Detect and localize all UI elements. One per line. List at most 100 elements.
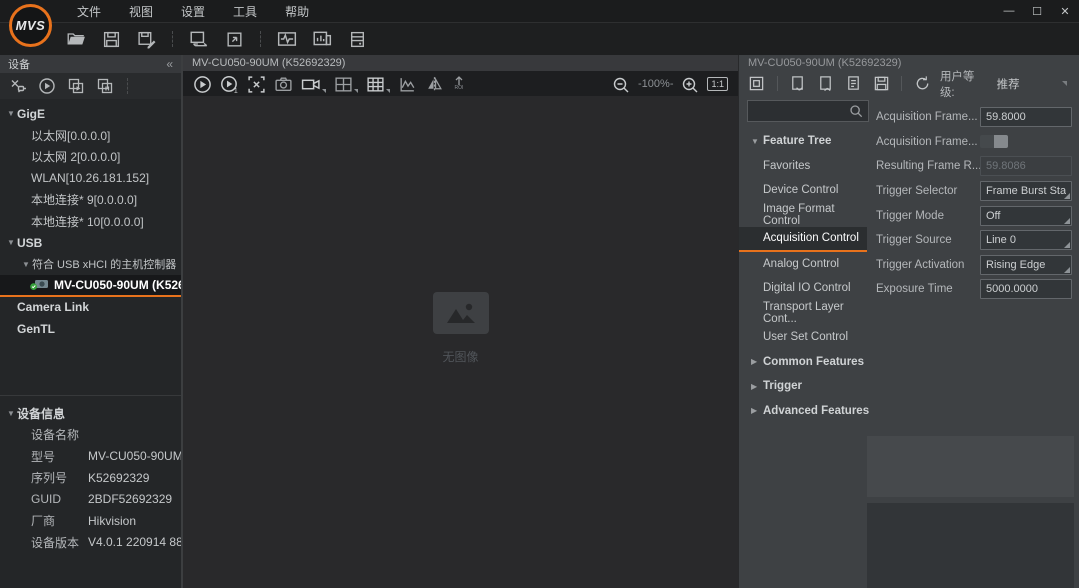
feature-item-analog-control[interactable]: Analog Control (739, 252, 871, 277)
disconnect-device-button[interactable] (8, 76, 28, 96)
tree-item-wlan[interactable]: WLAN[10.26.181.152] (0, 168, 181, 190)
feature-item-image-format-control[interactable]: Image Format Control (739, 203, 871, 228)
info-value: K52692329 (88, 471, 149, 485)
acquisition-frame-rate-input[interactable] (980, 107, 1072, 127)
user-level-control: 用户等级: 推荐 (940, 68, 1071, 100)
search-button[interactable] (844, 101, 868, 121)
feature-tree-root[interactable]: ▼Feature Tree (739, 129, 871, 154)
tree-item-gentl[interactable]: GenTL (0, 318, 181, 340)
window-restore-button[interactable] (222, 27, 246, 51)
toolbar-divider (777, 76, 778, 91)
user-level-select[interactable]: 推荐 (997, 76, 1054, 92)
info-value: Hikvision (88, 514, 136, 528)
feature-panel-body: ▼Feature Tree Favorites Device Control I… (739, 96, 1079, 588)
stop-all-acquisition-button[interactable] (95, 76, 115, 96)
menu-tools[interactable]: 工具 (220, 0, 270, 23)
menu-view[interactable]: 视图 (116, 0, 166, 23)
no-image-text: 无图像 (442, 348, 478, 365)
feature-label: Favorites (763, 160, 810, 172)
property-label: Resulting Frame R... (876, 160, 980, 172)
export-config-button[interactable] (816, 74, 836, 94)
waveform-tool-button[interactable] (275, 27, 299, 51)
firmware-tool-button[interactable] (345, 27, 369, 51)
start-preview-button[interactable] (193, 74, 212, 94)
actual-size-button[interactable]: 1:1 (707, 77, 728, 91)
feature-item-favorites[interactable]: Favorites (739, 154, 871, 179)
device-toolbar (0, 73, 181, 99)
feature-item-device-control[interactable]: Device Control (739, 178, 871, 203)
trigger-mode-select[interactable]: Off (980, 206, 1072, 226)
tree-item-gige[interactable]: ▼ GigE (0, 103, 181, 125)
save-as-button[interactable] (134, 27, 158, 51)
record-button[interactable] (301, 74, 326, 94)
menu-help[interactable]: 帮助 (272, 0, 322, 23)
camera-device-icon (30, 278, 49, 291)
menu-file[interactable]: 文件 (64, 0, 114, 23)
layout-report-button[interactable] (310, 27, 334, 51)
minimize-button[interactable]: — (995, 0, 1023, 22)
menu-settings[interactable]: 设置 (168, 0, 218, 23)
feature-search-input[interactable] (748, 105, 844, 117)
tree-item-local9[interactable]: 本地连接* 9[0.0.0.0] (0, 189, 181, 211)
zoom-in-button[interactable] (681, 74, 699, 94)
trigger-selector-select[interactable]: Frame Burst Star (980, 181, 1072, 201)
search-icon (849, 104, 863, 118)
device-info-title: 设备信息 (17, 405, 65, 422)
user-level-label: 用户等级: (940, 68, 989, 100)
feature-item-acquisition-control[interactable]: Acquisition Control (739, 227, 867, 252)
preview-tab-bar: MV-CU050-90UM (K52692329) (183, 55, 738, 71)
dropdown-arrow-icon (354, 89, 358, 93)
toolbar-divider (260, 31, 261, 47)
property-trigger-source: Trigger Source Line 0 (876, 228, 1072, 253)
device-transfer-button[interactable] (187, 27, 211, 51)
feature-item-digital-io-control[interactable]: Digital IO Control (739, 276, 871, 301)
close-button[interactable]: ✕ (1051, 0, 1079, 22)
refresh-button[interactable] (912, 74, 932, 94)
open-project-button[interactable] (64, 27, 88, 51)
tree-item-usb-host[interactable]: ▼ 符合 USB xHCI 的主机控制器 (0, 254, 181, 276)
trigger-source-select[interactable]: Line 0 (980, 230, 1072, 250)
feature-search-box (747, 100, 869, 122)
split-view-button[interactable] (334, 74, 358, 94)
frame-rate-enable-toggle[interactable] (980, 135, 1008, 148)
feature-group-advanced[interactable]: ▶Advanced Features (739, 399, 871, 424)
tree-item-ethernet[interactable]: 以太网[0.0.0.0] (0, 125, 181, 147)
histogram-button[interactable] (398, 74, 417, 94)
capture-once-button[interactable]: 1 (220, 74, 239, 94)
feature-item-user-set-control[interactable]: User Set Control (739, 325, 871, 350)
zoom-out-button[interactable] (612, 74, 630, 94)
start-all-acquisition-button[interactable] (66, 76, 86, 96)
save-button[interactable] (99, 27, 123, 51)
float-window-button[interactable] (747, 74, 767, 94)
tree-item-cameralink[interactable]: Camera Link (0, 297, 181, 319)
tree-item-ethernet2[interactable]: 以太网 2[0.0.0.0] (0, 146, 181, 168)
device-transfer-icon (189, 29, 209, 49)
window-restore-icon (225, 30, 244, 49)
exposure-time-input[interactable] (980, 279, 1072, 299)
fit-window-button[interactable] (247, 74, 266, 94)
grid-view-button[interactable] (366, 74, 390, 94)
device-info-header[interactable]: ▼ 设备信息 (0, 402, 181, 424)
trigger-activation-select[interactable]: Rising Edge (980, 255, 1072, 275)
image-canvas[interactable]: 无图像 (183, 96, 738, 588)
start-acquisition-button[interactable] (37, 76, 57, 96)
tree-item-camera-selected[interactable]: MV-CU050-90UM (K5269... (0, 275, 181, 297)
roi-button[interactable]: ROI (452, 74, 466, 94)
tree-item-usb[interactable]: ▼ USB (0, 232, 181, 254)
tree-label: USB (17, 236, 42, 250)
feature-group-trigger[interactable]: ▶Trigger (739, 374, 871, 399)
flip-icon (425, 75, 444, 94)
snapshot-button[interactable] (274, 74, 293, 94)
property-detail-box (867, 503, 1074, 588)
flip-image-button[interactable] (425, 74, 444, 94)
import-config-button[interactable] (788, 74, 808, 94)
collapse-panel-button[interactable]: « (166, 57, 173, 71)
tree-item-local10[interactable]: 本地连接* 10[0.0.0.0] (0, 211, 181, 233)
feature-label: Digital IO Control (763, 282, 851, 294)
save-config-button[interactable] (871, 74, 891, 94)
feature-item-transport-layer[interactable]: Transport Layer Cont... (739, 301, 871, 326)
preview-tab-title[interactable]: MV-CU050-90UM (K52692329) (192, 57, 345, 69)
feature-group-common[interactable]: ▶Common Features (739, 350, 871, 375)
maximize-button[interactable]: ☐ (1023, 0, 1051, 22)
open-config-button[interactable] (843, 74, 863, 94)
